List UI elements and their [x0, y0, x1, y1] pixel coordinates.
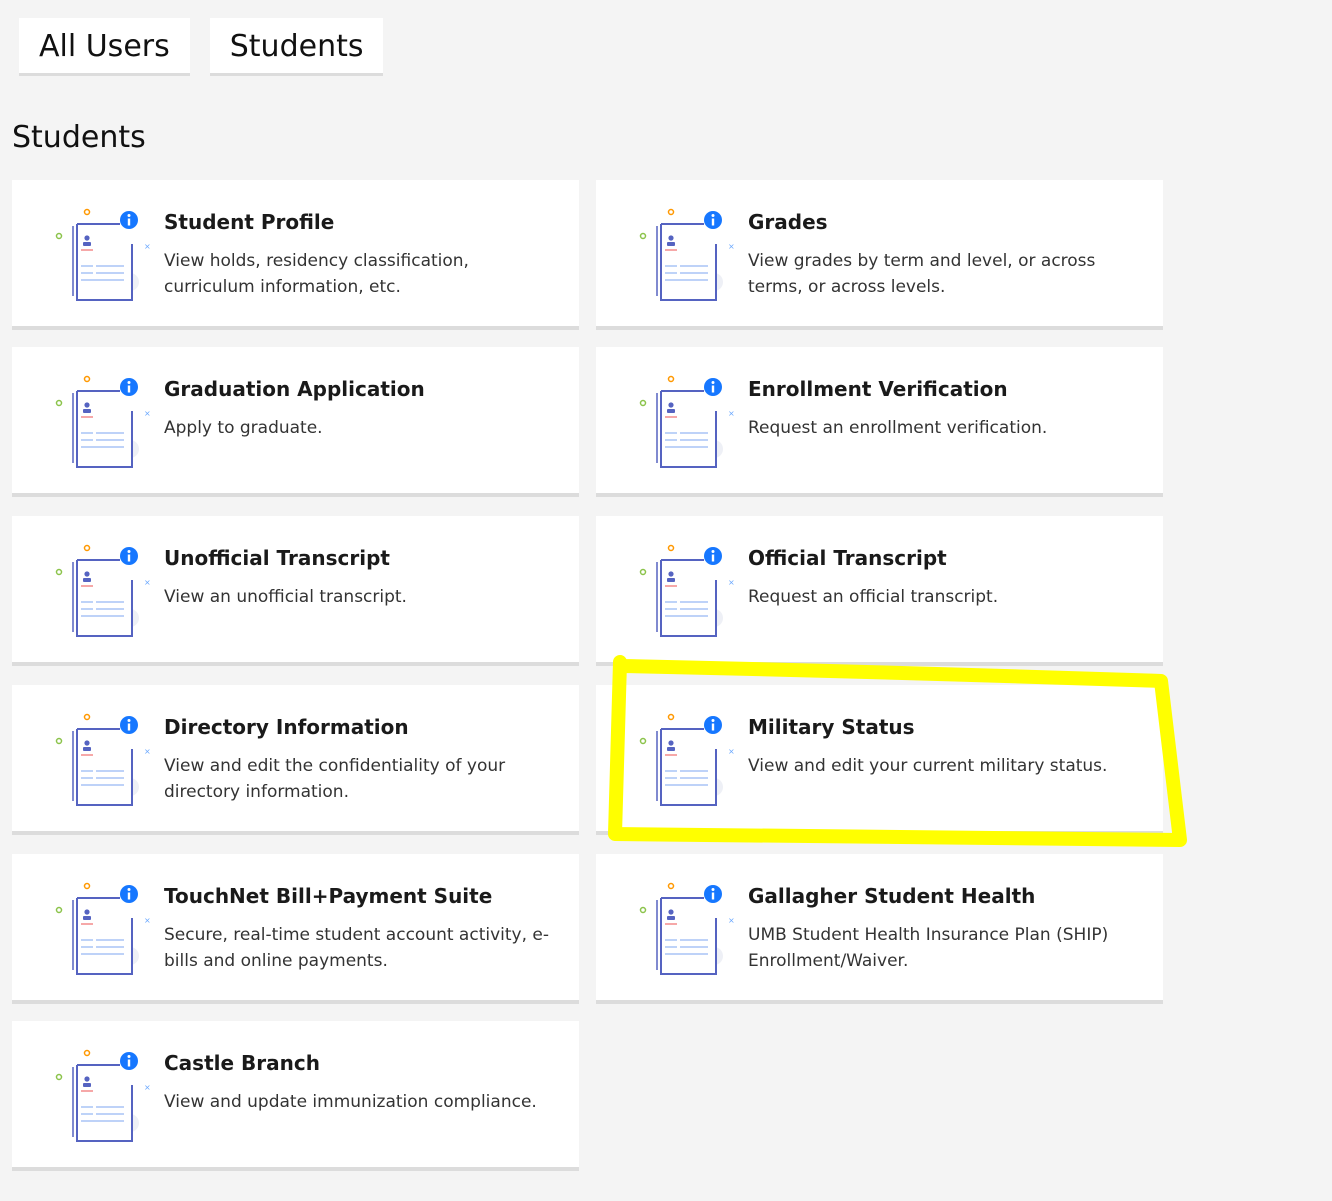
card-description: View and edit the confidentiality of you… [164, 756, 506, 802]
card-description: Secure, real-time student account activi… [164, 925, 549, 971]
svg-text:×: × [728, 242, 735, 251]
card-title: Graduation Application [164, 377, 425, 401]
card-title: Grades [748, 210, 828, 234]
graduation-application-icon: × [52, 371, 156, 471]
svg-text:×: × [144, 916, 151, 925]
card-title: Castle Branch [164, 1051, 320, 1075]
tab-all-users[interactable]: All Users [19, 18, 190, 76]
svg-text:×: × [728, 578, 735, 587]
card-description: View holds, residency classification, cu… [164, 251, 469, 297]
card-title: Enrollment Verification [748, 377, 1008, 401]
svg-text:×: × [144, 578, 151, 587]
card-title: Directory Information [164, 715, 409, 739]
card-description: View and edit your current military stat… [748, 756, 1108, 776]
card-official-transcript[interactable]: × Official Transcript Request an official… [596, 516, 1163, 666]
card-graduation-application[interactable]: × Graduation Application Apply to graduat… [12, 347, 579, 497]
card-description: Apply to graduate. [164, 418, 323, 438]
card-military-status[interactable]: × Military Status View and edit your curr… [596, 685, 1163, 835]
svg-text:×: × [728, 747, 735, 756]
card-touchnet[interactable]: × TouchNet Bill+Payment Suite Secure, rea… [12, 854, 579, 1004]
card-description: View and update immunization compliance. [164, 1092, 537, 1112]
svg-text:×: × [144, 409, 151, 418]
student-health-icon: × [636, 878, 740, 978]
card-description: UMB Student Health Insurance Plan (SHIP)… [748, 925, 1109, 971]
card-title: Gallagher Student Health [748, 884, 1036, 908]
card-student-profile[interactable]: × Student Profile View holds, residency c… [12, 180, 579, 330]
card-title: Official Transcript [748, 546, 947, 570]
card-student-health[interactable]: × Gallagher Student Health UMB Student He… [596, 854, 1163, 1004]
tab-bar: All Users Students [19, 18, 384, 76]
card-unofficial-transcript[interactable]: × Unofficial Transcript View an unofficia… [12, 516, 579, 666]
castle-branch-icon: × [52, 1045, 156, 1145]
card-description: View an unofficial transcript. [164, 587, 407, 607]
section-title: Students [12, 120, 146, 155]
card-directory-information[interactable]: × Directory Information View and edit the… [12, 685, 579, 835]
card-enrollment-verification[interactable]: × Enrollment Verification Request an enro… [596, 347, 1163, 497]
card-title: Student Profile [164, 210, 335, 234]
svg-text:×: × [728, 409, 735, 418]
svg-text:×: × [728, 916, 735, 925]
svg-text:×: × [144, 1083, 151, 1092]
grades-icon: × [636, 204, 740, 304]
unofficial-transcript-icon: × [52, 540, 156, 640]
card-title: TouchNet Bill+Payment Suite [164, 884, 493, 908]
directory-information-icon: × [52, 709, 156, 809]
card-description: View grades by term and level, or across… [748, 251, 1096, 297]
official-transcript-icon: × [636, 540, 740, 640]
enrollment-verification-icon: × [636, 371, 740, 471]
touchnet-icon: × [52, 878, 156, 978]
card-grades[interactable]: × Grades View grades by term and level, o… [596, 180, 1163, 330]
card-castle-branch[interactable]: × Castle Branch View and update immunizat… [12, 1021, 579, 1171]
student-profile-icon: × [52, 204, 156, 304]
card-description: Request an enrollment verification. [748, 418, 1048, 438]
card-title: Military Status [748, 715, 915, 739]
military-status-icon: × [636, 709, 740, 809]
tab-students[interactable]: Students [209, 18, 384, 76]
card-description: Request an official transcript. [748, 587, 999, 607]
svg-text:×: × [144, 242, 151, 251]
svg-text:×: × [144, 747, 151, 756]
card-title: Unofficial Transcript [164, 546, 390, 570]
